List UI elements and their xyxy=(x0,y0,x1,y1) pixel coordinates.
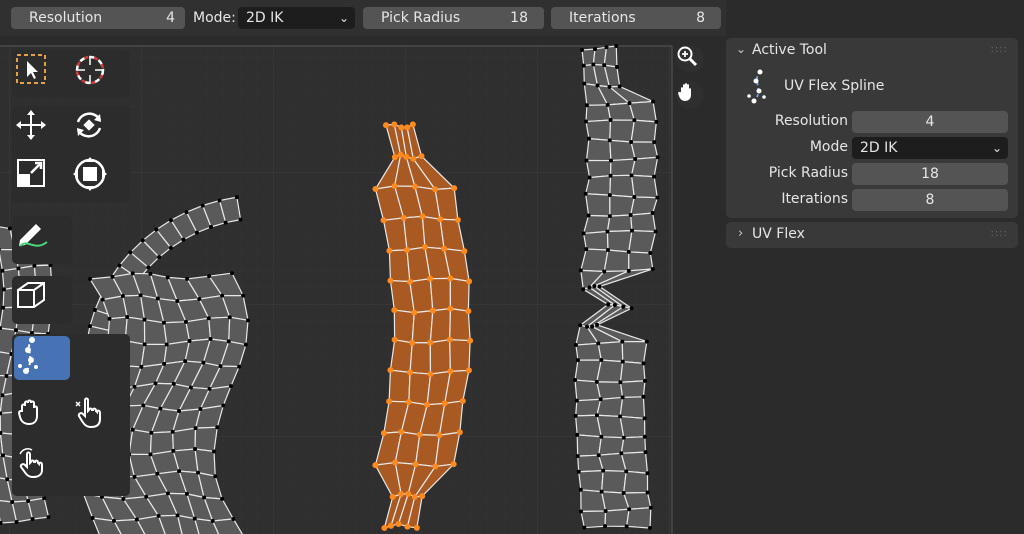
annotate-tool[interactable] xyxy=(14,218,70,262)
iterations-value: 8 xyxy=(696,10,705,26)
toolbar-group-transform xyxy=(12,106,130,202)
uv-editor-viewport[interactable] xyxy=(0,36,726,534)
chevron-right-icon[interactable]: › xyxy=(738,226,743,241)
active-tool-panel: ⌄ Active Tool :::: UV Flex Spline Resolu… xyxy=(726,38,1018,218)
scale-tool[interactable] xyxy=(14,156,70,200)
pan-button[interactable] xyxy=(676,81,704,109)
uv-flex-spline-tool[interactable] xyxy=(14,336,70,380)
transform-icon xyxy=(73,157,107,191)
tool-name: UV Flex Spline xyxy=(784,78,885,94)
mode-dropdown[interactable]: 2D IK ⌄ xyxy=(238,7,355,29)
toolbar-group-uvflex xyxy=(12,334,130,496)
resolution-prop-value: 4 xyxy=(925,114,935,130)
panel-drag-grip-icon[interactable]: :::: xyxy=(991,44,1008,55)
flex-spline-icon xyxy=(18,337,38,374)
iterations-prop-label: Iterations xyxy=(781,191,848,207)
iterations-label: Iterations xyxy=(569,10,636,26)
cursor-icon xyxy=(75,55,105,85)
pick-radius-value: 18 xyxy=(510,10,528,26)
chevron-down-icon: ⌄ xyxy=(338,11,349,25)
iterations-field[interactable]: Iterations 8 xyxy=(551,7,721,29)
toolbar-group-annotate xyxy=(12,216,72,264)
mode-value: 2D IK xyxy=(246,10,284,26)
mode-prop-value: 2D IK xyxy=(860,140,898,156)
cursor-tool[interactable] xyxy=(72,52,128,96)
uv-flex-title[interactable]: UV Flex xyxy=(752,226,805,242)
iterations-prop-field[interactable]: 8 xyxy=(852,189,1008,211)
rotate-tool[interactable] xyxy=(72,108,128,152)
chevron-down-icon[interactable]: ⌄ xyxy=(736,42,746,56)
pick-radius-prop-field[interactable]: 18 xyxy=(852,163,1008,185)
rotate-icon xyxy=(76,112,102,138)
pointer-hand-icon xyxy=(75,397,101,429)
toolbar-group-project xyxy=(12,276,72,324)
move-icon xyxy=(16,110,46,140)
resolution-value: 4 xyxy=(166,10,175,26)
grab-tool[interactable] xyxy=(14,396,70,440)
box-icon xyxy=(17,282,45,308)
zoom-button[interactable] xyxy=(676,45,704,73)
mode-label: Mode: xyxy=(193,10,236,26)
pencil-icon xyxy=(19,224,48,247)
grab-hand-icon xyxy=(17,399,38,426)
resolution-prop-label: Resolution xyxy=(774,113,848,129)
mode-prop-label: Mode xyxy=(809,139,848,155)
toolbar-group-select xyxy=(12,50,130,98)
transform-tool[interactable] xyxy=(72,156,128,200)
flex-spline-icon xyxy=(747,69,766,104)
uv-flex-panel: › UV Flex :::: xyxy=(726,222,1018,248)
resolution-prop-field[interactable]: 4 xyxy=(852,111,1008,133)
pinch-tool[interactable] xyxy=(14,446,70,490)
resolution-field[interactable]: Resolution 4 xyxy=(11,7,185,29)
hand-pan-icon xyxy=(678,83,691,101)
box-project-tool[interactable] xyxy=(14,278,70,322)
pick-radius-prop-label: Pick Radius xyxy=(768,165,848,181)
move-tool[interactable] xyxy=(14,108,70,152)
tool-header: Resolution 4 Mode: 2D IK ⌄ Pick Radius 1… xyxy=(0,0,726,36)
relax-tool[interactable] xyxy=(72,396,128,440)
iterations-prop-value: 8 xyxy=(925,192,935,208)
sidebar-panel: ⌄ Active Tool :::: UV Flex Spline Resolu… xyxy=(726,36,1024,534)
resolution-label: Resolution xyxy=(29,10,103,26)
pick-radius-label: Pick Radius xyxy=(381,10,461,26)
scale-icon xyxy=(17,159,45,187)
select-box-tool[interactable] xyxy=(14,52,70,96)
pinch-hand-icon xyxy=(19,448,43,479)
mode-prop-dropdown[interactable]: 2D IK ⌄ xyxy=(852,137,1008,159)
select-box-icon xyxy=(16,54,46,84)
zoom-icon xyxy=(677,46,698,67)
panel-drag-grip-icon[interactable]: :::: xyxy=(991,228,1008,239)
pick-radius-prop-value: 18 xyxy=(921,166,939,182)
active-tool-title[interactable]: Active Tool xyxy=(752,42,827,58)
chevron-down-icon: ⌄ xyxy=(991,141,1002,155)
pick-radius-field[interactable]: Pick Radius 18 xyxy=(363,7,544,29)
